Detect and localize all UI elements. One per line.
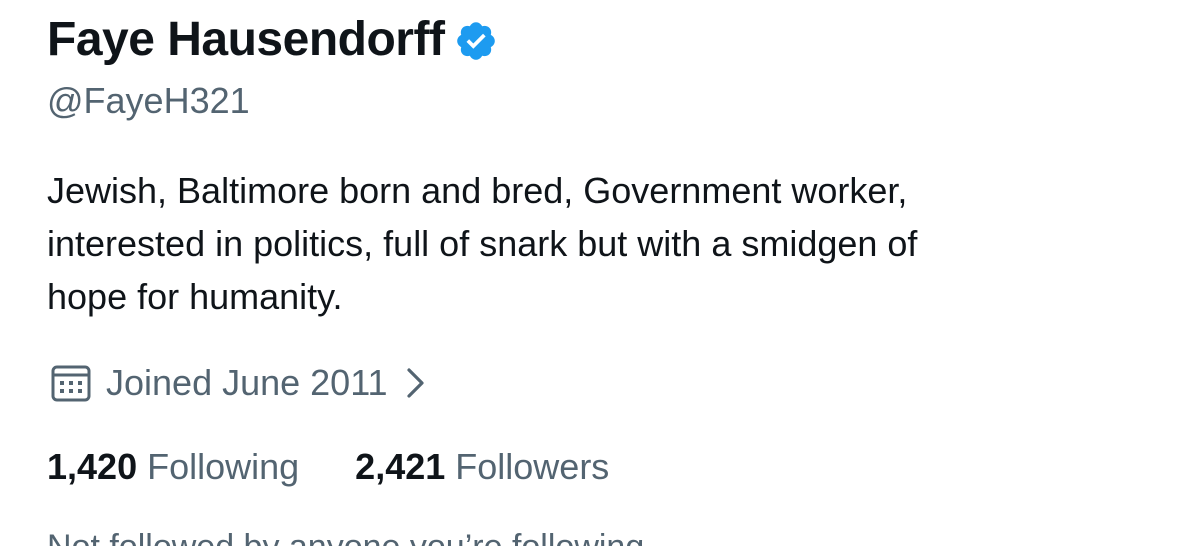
bio-line: Jewish, Baltimore born and bred, Governm… (47, 170, 908, 211)
following-count: 1,420 (47, 446, 138, 487)
profile-header: Faye Hausendorff @FayeH321 Jewish, Balti… (0, 0, 1199, 546)
followers-stat[interactable]: 2,421 Followers (355, 446, 609, 488)
chevron-right-icon[interactable] (404, 365, 428, 401)
display-name: Faye Hausendorff (47, 12, 445, 66)
followers-label: Followers (455, 446, 610, 487)
profile-bio: Jewish, Baltimore born and bred, Governm… (47, 164, 1167, 323)
calendar-icon (50, 362, 92, 404)
bio-line: hope for humanity. (47, 276, 343, 317)
name-row: Faye Hausendorff (47, 8, 498, 70)
followers-count: 2,421 (355, 446, 446, 487)
following-label: Following (147, 446, 300, 487)
following-stat[interactable]: 1,420 Following (47, 446, 299, 488)
joined-date-text: Joined June 2011 (106, 362, 388, 403)
profile-handle: @FayeH321 (47, 80, 250, 121)
follow-stats: 1,420 Following 2,421 Followers (47, 446, 665, 488)
bio-line: interested in politics, full of snark bu… (47, 223, 918, 264)
verified-check-icon[interactable] (454, 19, 498, 63)
joined-date-row[interactable]: Joined June 2011 (50, 358, 428, 408)
not-followed-note: Not followed by anyone you’re following (47, 528, 644, 546)
